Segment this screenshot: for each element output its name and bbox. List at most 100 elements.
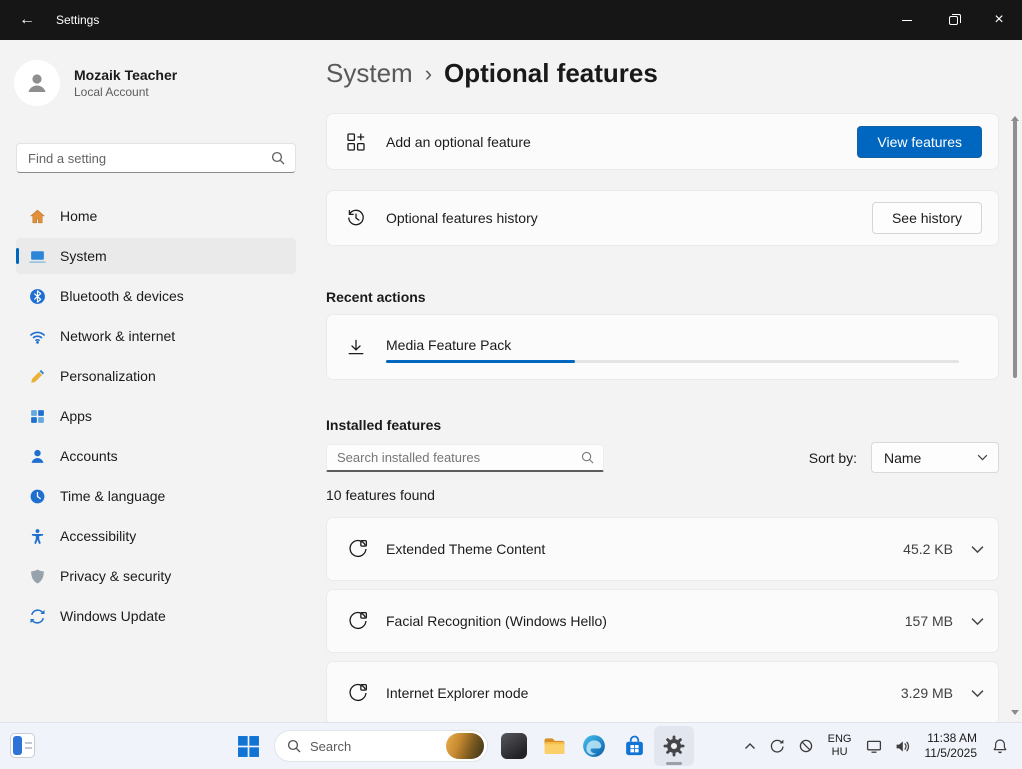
sidebar-item-label: Accessibility [60,528,136,544]
expand-button[interactable] [971,689,984,698]
expand-button[interactable] [971,545,984,554]
bluetooth-icon [28,287,46,305]
accounts-person-icon [28,447,46,465]
sort-selected-value: Name [884,450,977,466]
running-indicator [666,762,682,765]
gear-icon [662,734,686,758]
tray-blocked-button[interactable] [792,727,820,765]
account-block[interactable]: Mozaik Teacher Local Account [14,60,177,106]
history-clock-icon [345,208,367,228]
feature-name: Facial Recognition (Windows Hello) [386,613,607,629]
sync-arrows-icon [769,738,785,754]
volume-button[interactable] [889,727,916,765]
clock[interactable]: 11:38 AM 11/5/2025 [917,731,986,761]
recent-action-card: Media Feature Pack [326,314,999,380]
sidebar-item-network-internet[interactable]: Network & internet [16,318,296,354]
settings-search-box[interactable] [16,143,296,173]
breadcrumb-parent[interactable]: System [326,58,413,89]
sidebar-item-label: Windows Update [60,608,166,624]
system-icon [28,247,46,265]
restore-icon [949,16,958,25]
microsoft-store-button[interactable] [614,726,654,766]
hidden-icons-button[interactable] [738,727,762,765]
sidebar-item-apps[interactable]: Apps [16,398,296,434]
feature-row[interactable]: Internet Explorer mode 3.29 MB [326,661,999,722]
blocked-circle-icon [798,738,814,754]
apps-grid-icon [28,407,46,425]
restore-button[interactable] [930,0,976,40]
language-secondary: HU [828,746,852,759]
chevron-down-icon [971,545,984,554]
clock-icon [28,487,46,505]
taskbar-search-label: Search [310,739,437,754]
sidebar-nav: Home System Bluetooth & devices Network … [16,198,296,638]
settings-search-input[interactable] [17,151,271,166]
accessibility-person-icon [28,527,46,545]
start-button[interactable] [228,726,268,766]
feature-size: 157 MB [905,613,953,629]
scroll-down-arrow[interactable] [1011,702,1019,718]
window-title: Settings [56,0,99,40]
bell-icon [992,738,1008,754]
breadcrumb: System › Optional features [326,58,658,89]
folder-icon [542,735,567,757]
edge-icon [582,734,606,758]
taskbar: Search ENG HU [0,722,1022,768]
installed-search-input[interactable] [327,450,581,465]
sidebar-item-system[interactable]: System [16,238,296,274]
windows-logo-icon [237,735,260,758]
notifications-button[interactable] [986,727,1014,765]
expand-button[interactable] [971,617,984,626]
sidebar-item-time-language[interactable]: Time & language [16,478,296,514]
person-icon [24,70,50,96]
sidebar-item-windows-update[interactable]: Windows Update [16,598,296,634]
search-highlight-image[interactable] [446,733,484,759]
sidebar-item-label: Bluetooth & devices [60,288,184,304]
sidebar-item-label: Privacy & security [60,568,171,584]
scrollbar-thumb[interactable] [1013,120,1017,378]
taskbar-app-dark-icon[interactable] [494,726,534,766]
sidebar-item-accounts[interactable]: Accounts [16,438,296,474]
wifi-icon [28,327,46,345]
scrollbar[interactable] [1010,108,1020,718]
sidebar-item-label: Accounts [60,448,118,464]
close-button[interactable]: × [976,0,1022,40]
language-primary: ENG [828,733,852,746]
speaker-icon [895,739,910,754]
sidebar-item-label: System [60,248,107,264]
sidebar-item-home[interactable]: Home [16,198,296,234]
sidebar-item-personalization[interactable]: Personalization [16,358,296,394]
installed-search-box[interactable] [326,444,604,472]
file-explorer-button[interactable] [534,726,574,766]
sidebar: Mozaik Teacher Local Account Home System… [0,40,312,722]
feature-row[interactable]: Facial Recognition (Windows Hello) 157 M… [326,589,999,653]
view-features-button[interactable]: View features [857,126,982,158]
tray-sync-button[interactable] [763,727,791,765]
back-button[interactable]: ← [10,4,44,36]
language-indicator[interactable]: ENG HU [821,733,859,759]
chevron-down-icon [971,689,984,698]
sidebar-item-accessibility[interactable]: Accessibility [16,518,296,554]
taskbar-search[interactable]: Search [274,730,488,762]
breadcrumb-separator: › [425,61,432,87]
personalization-brush-icon [28,367,46,385]
edge-button[interactable] [574,726,614,766]
widgets-icon[interactable] [10,733,35,758]
sidebar-item-bluetooth-devices[interactable]: Bluetooth & devices [16,278,296,314]
feature-name: Internet Explorer mode [386,685,528,701]
sort-dropdown[interactable]: Name [871,442,999,473]
system-tray: ENG HU 11:38 AM 11/5/2025 [738,723,1014,769]
minimize-button[interactable] [884,0,930,40]
sidebar-item-label: Network & internet [60,328,175,344]
sidebar-item-privacy-security[interactable]: Privacy & security [16,558,296,594]
page-title: Optional features [444,58,658,89]
network-button[interactable] [860,727,888,765]
settings-app-button[interactable] [654,726,694,766]
recent-actions-heading: Recent actions [326,289,426,305]
feature-row[interactable]: Extended Theme Content 45.2 KB [326,517,999,581]
search-icon [271,151,285,165]
feature-size: 45.2 KB [903,541,953,557]
date-text: 11/5/2025 [925,746,978,761]
store-bag-icon [623,735,646,758]
see-history-button[interactable]: See history [872,202,982,234]
